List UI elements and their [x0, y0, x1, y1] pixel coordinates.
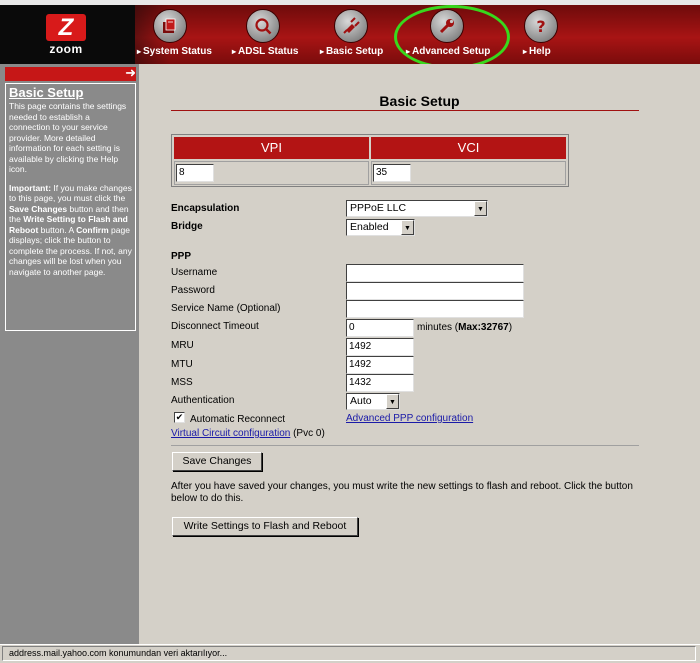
bridge-label: Bridge	[171, 221, 203, 232]
title-rule	[171, 110, 639, 111]
vpi-input[interactable]: 8	[176, 164, 214, 182]
page-title: Basic Setup	[379, 93, 460, 109]
nav-system-status[interactable]: ▸ System Status	[137, 9, 212, 63]
nav-basic-setup-label: Basic Setup	[326, 46, 384, 57]
timeout-max-note: minutes (Max:32767)	[417, 322, 513, 333]
sidebar-help-box: Basic Setup This page contains the setti…	[5, 83, 136, 331]
disconnect-timeout-input[interactable]: 0	[346, 319, 414, 337]
plug-icon	[334, 9, 368, 43]
write-flash-reboot-button[interactable]: Write Settings to Flash and Reboot	[172, 517, 358, 536]
mru-label: MRU	[171, 340, 194, 351]
virtual-circuit-row: Virtual Circuit configuration (Pvc 0)	[171, 428, 325, 439]
sidebar-red-tab: ➜	[5, 65, 136, 81]
disconnect-timeout-label: Disconnect Timeout	[171, 321, 259, 332]
zoom-logo: Z zoom	[44, 14, 88, 58]
username-input[interactable]	[346, 264, 524, 282]
chevron-down-icon: ▼	[401, 220, 414, 235]
highlight-annotation	[394, 5, 510, 64]
zoom-logo-mark: Z	[46, 14, 86, 41]
nav-adsl-status-label: ADSL Status	[238, 46, 299, 57]
magnifier-icon	[246, 9, 280, 43]
nav-help-label: Help	[529, 46, 551, 57]
question-icon: ?	[524, 9, 558, 43]
chevron-down-icon: ▼	[386, 394, 399, 409]
chevron-down-icon: ▼	[474, 201, 487, 216]
sidebar-important: Important: If you make changes to this p…	[9, 182, 132, 277]
nav-basic-setup[interactable]: ▸ Basic Setup	[320, 9, 384, 63]
main-content: Basic Setup VPI VCI 8 35 Encapsulation P…	[139, 82, 700, 642]
sidebar-intro: This page contains the settings needed t…	[9, 101, 127, 174]
encapsulation-label: Encapsulation	[171, 203, 240, 214]
zoom-logo-word: zoom	[49, 42, 83, 56]
vpi-header: VPI	[174, 137, 369, 159]
flash-note: After you have saved your changes, you m…	[171, 481, 633, 504]
status-bar: address.mail.yahoo.com konumundan veri a…	[0, 644, 700, 663]
sidebar-title: Basic Setup	[9, 85, 84, 100]
authentication-select[interactable]: Auto ▼	[346, 393, 400, 410]
virtual-circuit-link[interactable]: Virtual Circuit configuration	[171, 428, 290, 439]
status-text: address.mail.yahoo.com konumundan veri a…	[2, 646, 696, 661]
form-rule	[171, 445, 639, 446]
mtu-label: MTU	[171, 359, 193, 370]
password-label: Password	[171, 285, 215, 296]
bridge-select[interactable]: Enabled ▼	[346, 219, 415, 236]
password-input[interactable]	[346, 282, 524, 300]
vci-header: VCI	[371, 137, 566, 159]
save-changes-button[interactable]: Save Changes	[172, 452, 262, 471]
nav-help[interactable]: ? ▸ Help	[523, 9, 563, 63]
header-banner: Z zoom ▸ System Status ▸ ADSL Status ▸ Basi…	[0, 0, 700, 64]
sidebar: ➜ Basic Setup This page contains the set…	[0, 64, 139, 644]
mss-label: MSS	[171, 377, 193, 388]
vci-input[interactable]: 35	[373, 164, 411, 182]
document-folder-icon	[153, 9, 187, 43]
svg-text:?: ?	[536, 17, 545, 36]
mss-input[interactable]: 1432	[346, 374, 414, 392]
ppp-heading: PPP	[171, 251, 192, 262]
mru-input[interactable]: 1492	[346, 338, 414, 356]
username-label: Username	[171, 267, 218, 278]
nav-adsl-status[interactable]: ▸ ADSL Status	[232, 9, 298, 63]
vpi-vci-table: VPI VCI 8 35	[171, 134, 569, 187]
service-name-label: Service Name (Optional)	[171, 303, 281, 314]
mtu-input[interactable]: 1492	[346, 356, 414, 374]
service-name-input[interactable]	[346, 300, 524, 318]
encapsulation-select[interactable]: PPPoE LLC ▼	[346, 200, 488, 217]
nav-system-status-label: System Status	[143, 46, 212, 57]
advanced-ppp-link[interactable]: Advanced PPP configuration	[346, 413, 473, 424]
authentication-label: Authentication	[171, 395, 235, 406]
arrow-right-icon: ➜	[125, 65, 136, 80]
auto-reconnect-label: Automatic Reconnect	[190, 414, 286, 425]
auto-reconnect-checkbox[interactable]: ✔	[174, 412, 185, 423]
